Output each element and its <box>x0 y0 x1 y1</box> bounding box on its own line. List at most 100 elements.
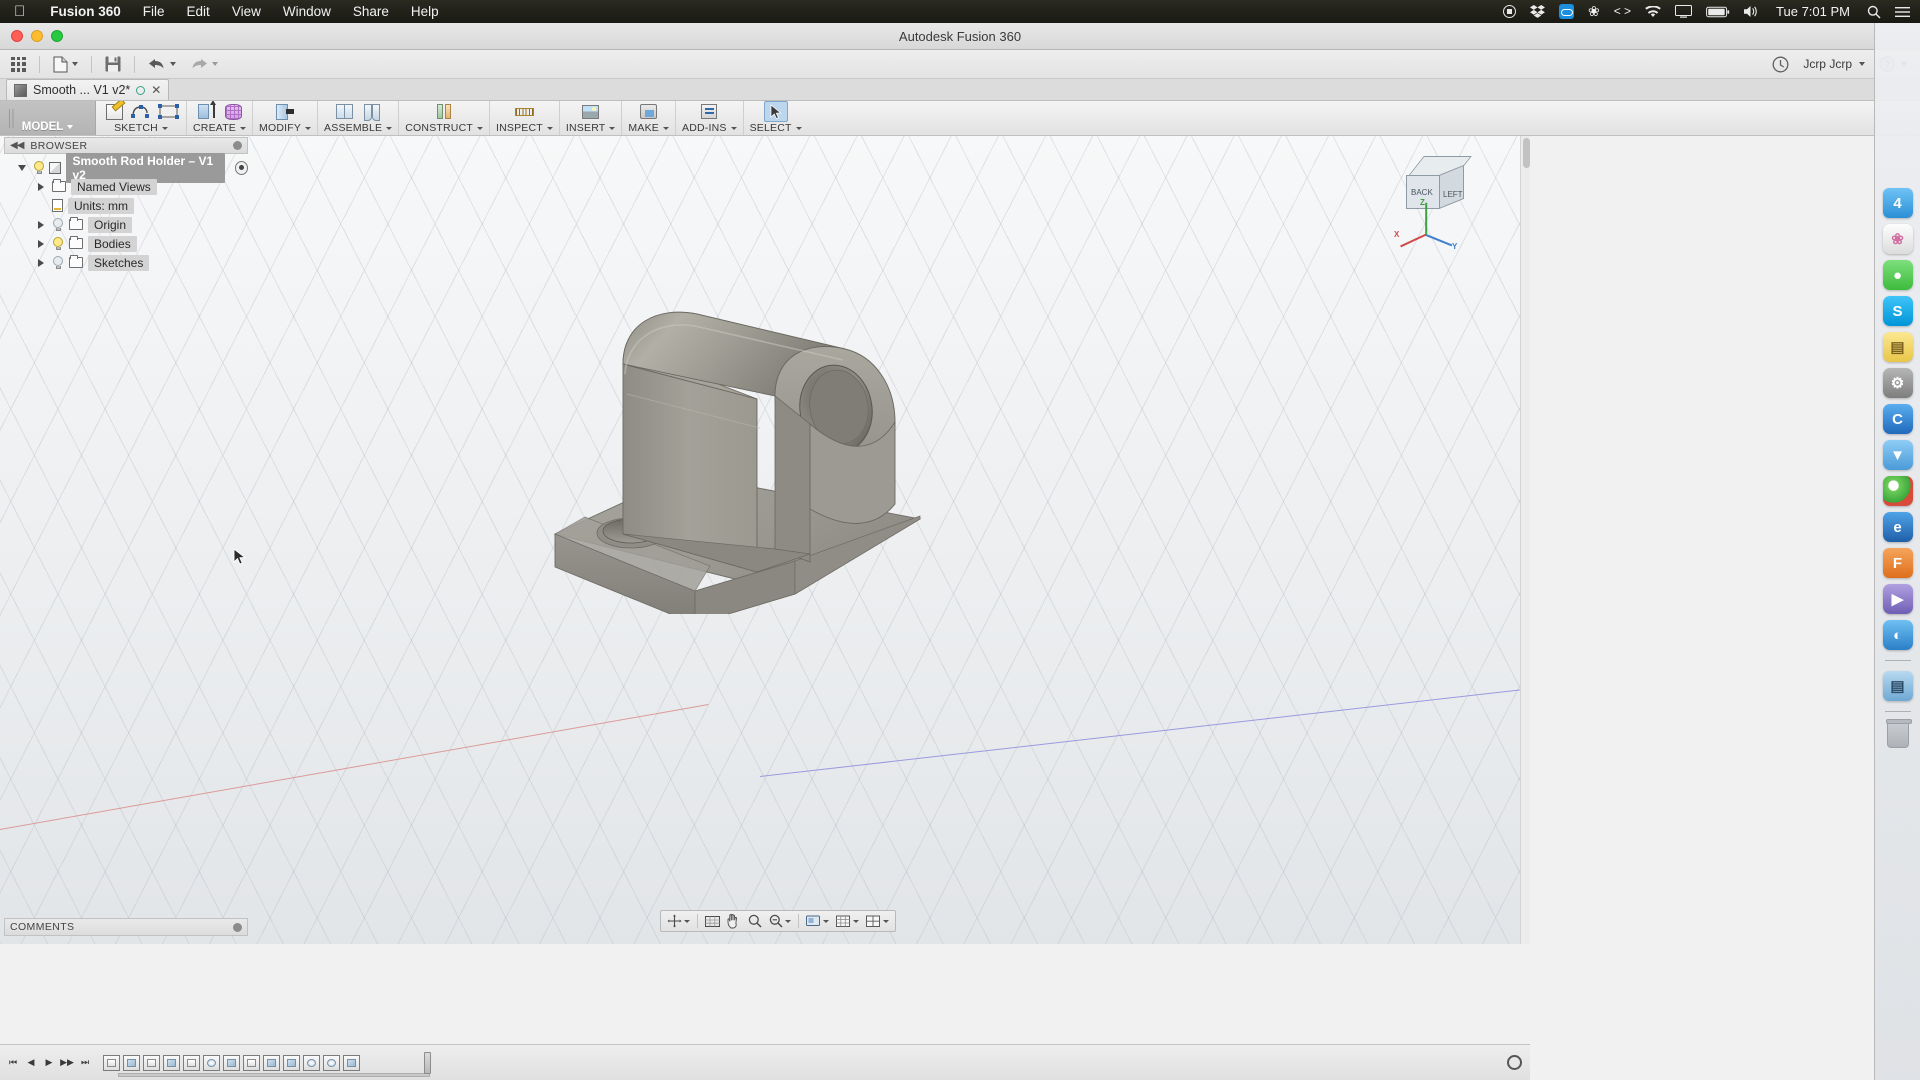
visibility-bulb-icon[interactable] <box>33 161 44 174</box>
tree-item-sketches[interactable]: Sketches <box>4 253 248 272</box>
wifi-icon[interactable] <box>1638 6 1668 18</box>
account-menu[interactable]: Jcrp Jcrp <box>1798 52 1870 76</box>
new-file-icon[interactable] <box>48 52 83 76</box>
visibility-bulb-icon[interactable] <box>52 256 64 269</box>
expander-icon[interactable] <box>34 259 47 267</box>
timeline-feature[interactable] <box>283 1055 300 1071</box>
view-cube-body[interactable]: BACK LEFT <box>1406 156 1472 212</box>
menu-bar-clock[interactable]: Tue 7:01 PM <box>1766 4 1860 19</box>
play-icon[interactable]: ▶ <box>41 1055 57 1071</box>
joint-icon[interactable] <box>360 101 384 122</box>
finder-icon[interactable]: 4 <box>1883 188 1913 218</box>
workspace-selector[interactable]: MODEL <box>0 101 96 135</box>
panel-menu-dot[interactable] <box>233 923 242 932</box>
measure-ruler-icon[interactable] <box>512 101 536 122</box>
timeline-feature[interactable] <box>203 1055 220 1071</box>
menu-edit[interactable]: Edit <box>176 0 221 23</box>
pan-hand-icon[interactable] <box>724 912 744 930</box>
document-tab[interactable]: Smooth ... V1 v2* ✕ <box>6 79 169 100</box>
zoom-icon[interactable] <box>745 912 765 930</box>
panel-label-addins[interactable]: ADD-INS <box>682 122 737 134</box>
volume-icon[interactable] <box>1737 5 1766 18</box>
step-forward-icon[interactable]: ▶▶ <box>59 1055 75 1071</box>
panel-label-create[interactable]: CREATE <box>193 122 246 134</box>
menu-file[interactable]: File <box>132 0 176 23</box>
expander-icon[interactable] <box>16 164 28 172</box>
save-icon[interactable] <box>100 52 126 76</box>
expander-icon[interactable] <box>34 240 47 248</box>
control-center-icon[interactable] <box>1888 6 1920 18</box>
panel-label-insert[interactable]: INSERT <box>566 122 616 134</box>
skype-icon[interactable]: S <box>1883 296 1913 326</box>
sync-circle-icon[interactable] <box>136 86 145 95</box>
timeline-feature[interactable] <box>243 1055 260 1071</box>
spline-icon[interactable] <box>129 101 153 122</box>
3d-viewport[interactable]: BACK LEFT X Y Z ◀◀ BROWSER <box>0 136 1530 944</box>
timeline-feature[interactable] <box>163 1055 180 1071</box>
firefox-icon[interactable]: e <box>1883 512 1913 542</box>
scrollbar-thumb[interactable] <box>1523 138 1530 168</box>
downloads-folder-icon[interactable]: ▤ <box>1883 671 1913 701</box>
3d-print-icon[interactable] <box>637 101 661 122</box>
collapse-left-icon[interactable]: ◀◀ <box>10 140 23 151</box>
notes-icon[interactable]: ▤ <box>1883 332 1913 362</box>
timeline-feature[interactable] <box>323 1055 340 1071</box>
photos-icon[interactable]: ❀ <box>1883 224 1913 254</box>
clock-history-icon[interactable] <box>1767 52 1794 76</box>
display-settings-icon[interactable] <box>803 912 832 930</box>
menu-window[interactable]: Window <box>272 0 342 23</box>
timeline-feature[interactable] <box>143 1055 160 1071</box>
code-brackets-icon[interactable]: < > <box>1607 0 1638 23</box>
visibility-bulb-icon[interactable] <box>52 218 64 231</box>
dropbox-icon[interactable] <box>1523 5 1552 19</box>
visibility-badge[interactable] <box>235 161 248 175</box>
tree-item-bodies[interactable]: Bodies <box>4 234 248 253</box>
tree-item-units[interactable]: Units: mm <box>4 196 248 215</box>
revolve-icon[interactable] <box>221 101 245 122</box>
skip-to-start-icon[interactable]: ⏮ <box>5 1055 21 1071</box>
zoom-tools-icon[interactable] <box>766 912 794 930</box>
final-cut-icon[interactable]: ▶ <box>1883 584 1913 614</box>
panel-label-construct[interactable]: CONSTRUCT <box>405 122 483 134</box>
timeline-feature[interactable] <box>223 1055 240 1071</box>
messages-icon[interactable]: ● <box>1883 260 1913 290</box>
panel-label-sketch[interactable]: SKETCH <box>114 122 168 134</box>
panel-menu-dot[interactable] <box>233 141 242 150</box>
rectangle-icon[interactable] <box>156 101 180 122</box>
press-pull-icon[interactable] <box>273 101 297 122</box>
panel-label-make[interactable]: MAKE <box>628 122 669 134</box>
timeline-feature[interactable] <box>183 1055 200 1071</box>
close-icon[interactable]: ✕ <box>151 84 161 96</box>
viewports-icon[interactable] <box>863 912 892 930</box>
expander-icon[interactable] <box>34 183 47 191</box>
filter-icon[interactable]: ▼ <box>1883 440 1913 470</box>
teamviewer-icon[interactable] <box>1552 4 1581 19</box>
display-icon[interactable] <box>1668 5 1699 18</box>
tree-item-root-component[interactable]: Smooth Rod Holder – V1 v2 <box>4 158 248 177</box>
visibility-bulb-icon[interactable] <box>52 237 64 250</box>
pan-grid-icon[interactable] <box>702 912 723 930</box>
skip-to-end-icon[interactable]: ⏭ <box>77 1055 93 1071</box>
timeline-feature[interactable] <box>263 1055 280 1071</box>
step-back-icon[interactable]: ◀ <box>23 1055 39 1071</box>
select-cursor-icon[interactable] <box>764 101 788 122</box>
settings-icon[interactable]: ⚙ <box>1883 368 1913 398</box>
redo-icon[interactable] <box>185 52 223 76</box>
timeline-track[interactable] <box>118 1073 430 1077</box>
timeline-end-marker[interactable] <box>424 1052 431 1074</box>
gear-icon[interactable] <box>1507 1055 1522 1070</box>
search-icon[interactable] <box>1860 5 1888 19</box>
undo-icon[interactable] <box>143 52 181 76</box>
timeline-feature[interactable] <box>343 1055 360 1071</box>
chrome-canary-icon[interactable]: C <box>1883 404 1913 434</box>
view-cube[interactable]: BACK LEFT X Y Z <box>1388 146 1496 254</box>
extrude-icon[interactable] <box>194 101 218 122</box>
orbit-icon[interactable] <box>664 912 693 930</box>
panel-label-select[interactable]: SELECT <box>750 122 802 134</box>
offset-plane-icon[interactable] <box>432 101 456 122</box>
panel-label-modify[interactable]: MODIFY <box>259 122 311 134</box>
tree-item-origin[interactable]: Origin <box>4 215 248 234</box>
model-smooth-rod-holder[interactable] <box>545 304 935 614</box>
panel-label-assemble[interactable]: ASSEMBLE <box>324 122 392 134</box>
insert-image-icon[interactable] <box>579 101 603 122</box>
